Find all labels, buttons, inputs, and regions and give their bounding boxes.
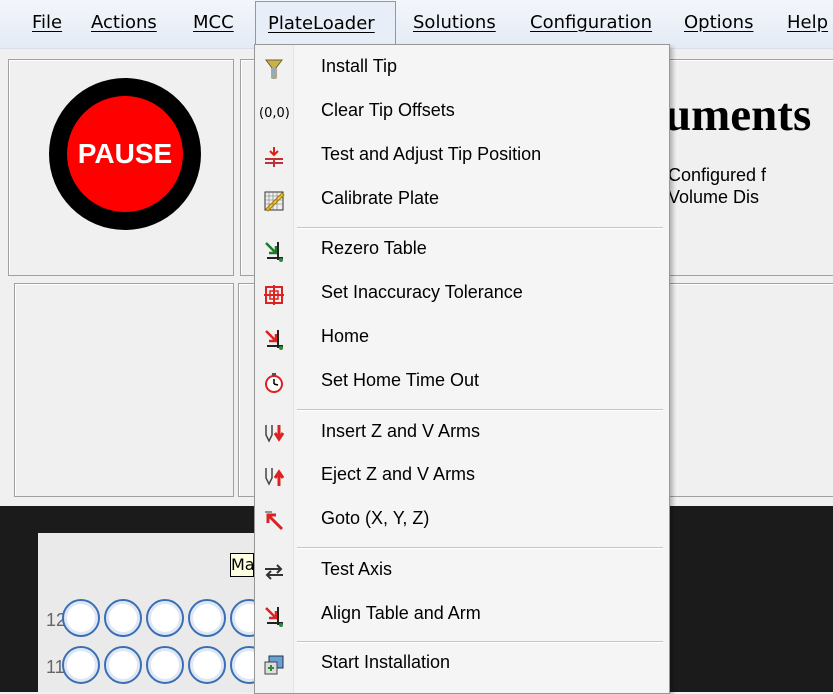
menu-mcc[interactable]: MCC — [193, 0, 234, 48]
menu-item-calibrate-plate[interactable]: Calibrate Plate — [255, 182, 669, 222]
well[interactable] — [104, 646, 142, 684]
installation-icon — [264, 655, 284, 675]
crosshair-icon — [264, 285, 284, 305]
pause-button[interactable]: PAUSE — [49, 78, 201, 230]
subtitle-volume: Volume Dis — [668, 187, 760, 207]
menu-help[interactable]: Help — [787, 0, 828, 48]
menu-item-home[interactable]: Home — [255, 320, 669, 360]
menu-item-install-tip[interactable]: Install Tip — [255, 50, 669, 90]
menu-item-label: Set Inaccuracy Tolerance — [321, 282, 523, 302]
install-tip-icon — [265, 59, 283, 79]
menu-item-rezero-table[interactable]: Rezero Table — [255, 232, 669, 272]
menu-item-label: Rezero Table — [321, 238, 427, 258]
insert-arms-icon — [265, 425, 285, 443]
menu-separator — [297, 641, 663, 643]
goto-xyz-icon — [265, 511, 284, 531]
menu-item-align-table-arm[interactable]: Align Table and Arm — [255, 597, 669, 637]
test-axis-icon — [265, 564, 283, 580]
menu-item-test-adjust-tip[interactable]: Test and Adjust Tip Position — [255, 138, 669, 178]
menu-actions[interactable]: Actions — [91, 0, 157, 48]
adjust-tip-icon — [265, 147, 283, 167]
well[interactable] — [146, 646, 184, 684]
menu-item-label: Eject Z and V Arms — [321, 464, 476, 484]
menu-configuration[interactable]: Configuration — [530, 0, 652, 48]
calibrate-plate-icon — [264, 191, 285, 212]
menu-item-set-home-time-out[interactable]: Set Home Time Out — [255, 364, 669, 404]
menu-item-label: Start Installation — [321, 652, 451, 672]
menu-bar: File Actions MCC PlateLoader Solutions C… — [0, 0, 833, 49]
menu-item-label: Align Table and Arm — [321, 603, 481, 623]
menu-separator — [297, 409, 663, 411]
app-title: uments — [665, 89, 812, 141]
eject-arms-icon — [265, 468, 285, 486]
well[interactable] — [146, 599, 184, 637]
menu-item-clear-tip-offsets[interactable]: (0,0) Clear Tip Offsets — [255, 94, 669, 134]
tip-offset-icon: (0,0) — [259, 106, 290, 121]
plate-tooltip: Ma — [230, 553, 254, 577]
menu-item-label: Clear Tip Offsets — [321, 100, 455, 120]
well[interactable] — [104, 599, 142, 637]
stopwatch-icon — [265, 373, 283, 393]
status-panel-left — [14, 283, 234, 497]
menu-plateloader[interactable]: PlateLoader — [255, 1, 396, 48]
menu-item-start-installation[interactable]: Start Installation — [255, 646, 669, 686]
menu-item-label: Insert Z and V Arms — [321, 421, 481, 441]
menu-item-label: Goto (X, Y, Z) — [321, 508, 430, 528]
menu-item-test-axis[interactable]: Test Axis — [255, 553, 669, 593]
rezero-icon — [265, 242, 283, 262]
menu-solutions[interactable]: Solutions — [413, 0, 496, 48]
well[interactable] — [62, 599, 100, 637]
menu-item-label: Test and Adjust Tip Position — [321, 144, 542, 164]
subtitle-configured: Configured f — [668, 165, 767, 185]
menu-item-label: Calibrate Plate — [321, 188, 440, 208]
menu-file[interactable]: File — [32, 0, 62, 48]
menu-item-goto-xyz[interactable]: Goto (X, Y, Z) — [255, 502, 669, 542]
well[interactable] — [188, 646, 226, 684]
pause-label: PAUSE — [67, 96, 183, 212]
menu-item-label: Set Home Time Out — [321, 370, 480, 390]
home-arrow-icon — [265, 330, 283, 350]
well[interactable] — [62, 646, 100, 684]
pause-panel: PAUSE — [8, 59, 234, 276]
menu-separator — [297, 547, 663, 549]
menu-item-set-inaccuracy-tolerance[interactable]: Set Inaccuracy Tolerance — [255, 276, 669, 316]
plateloader-dropdown: Install Tip (0,0) Clear Tip Offsets Test… — [254, 44, 670, 694]
menu-item-eject-arms[interactable]: Eject Z and V Arms — [255, 458, 669, 498]
menu-options[interactable]: Options — [684, 0, 753, 48]
menu-item-label: Home — [321, 326, 370, 346]
menu-separator — [297, 227, 663, 229]
menu-item-insert-arms[interactable]: Insert Z and V Arms — [255, 415, 669, 455]
menu-item-label: Install Tip — [321, 56, 398, 76]
align-icon — [265, 607, 283, 627]
well[interactable] — [188, 599, 226, 637]
menu-item-label: Test Axis — [321, 559, 393, 579]
